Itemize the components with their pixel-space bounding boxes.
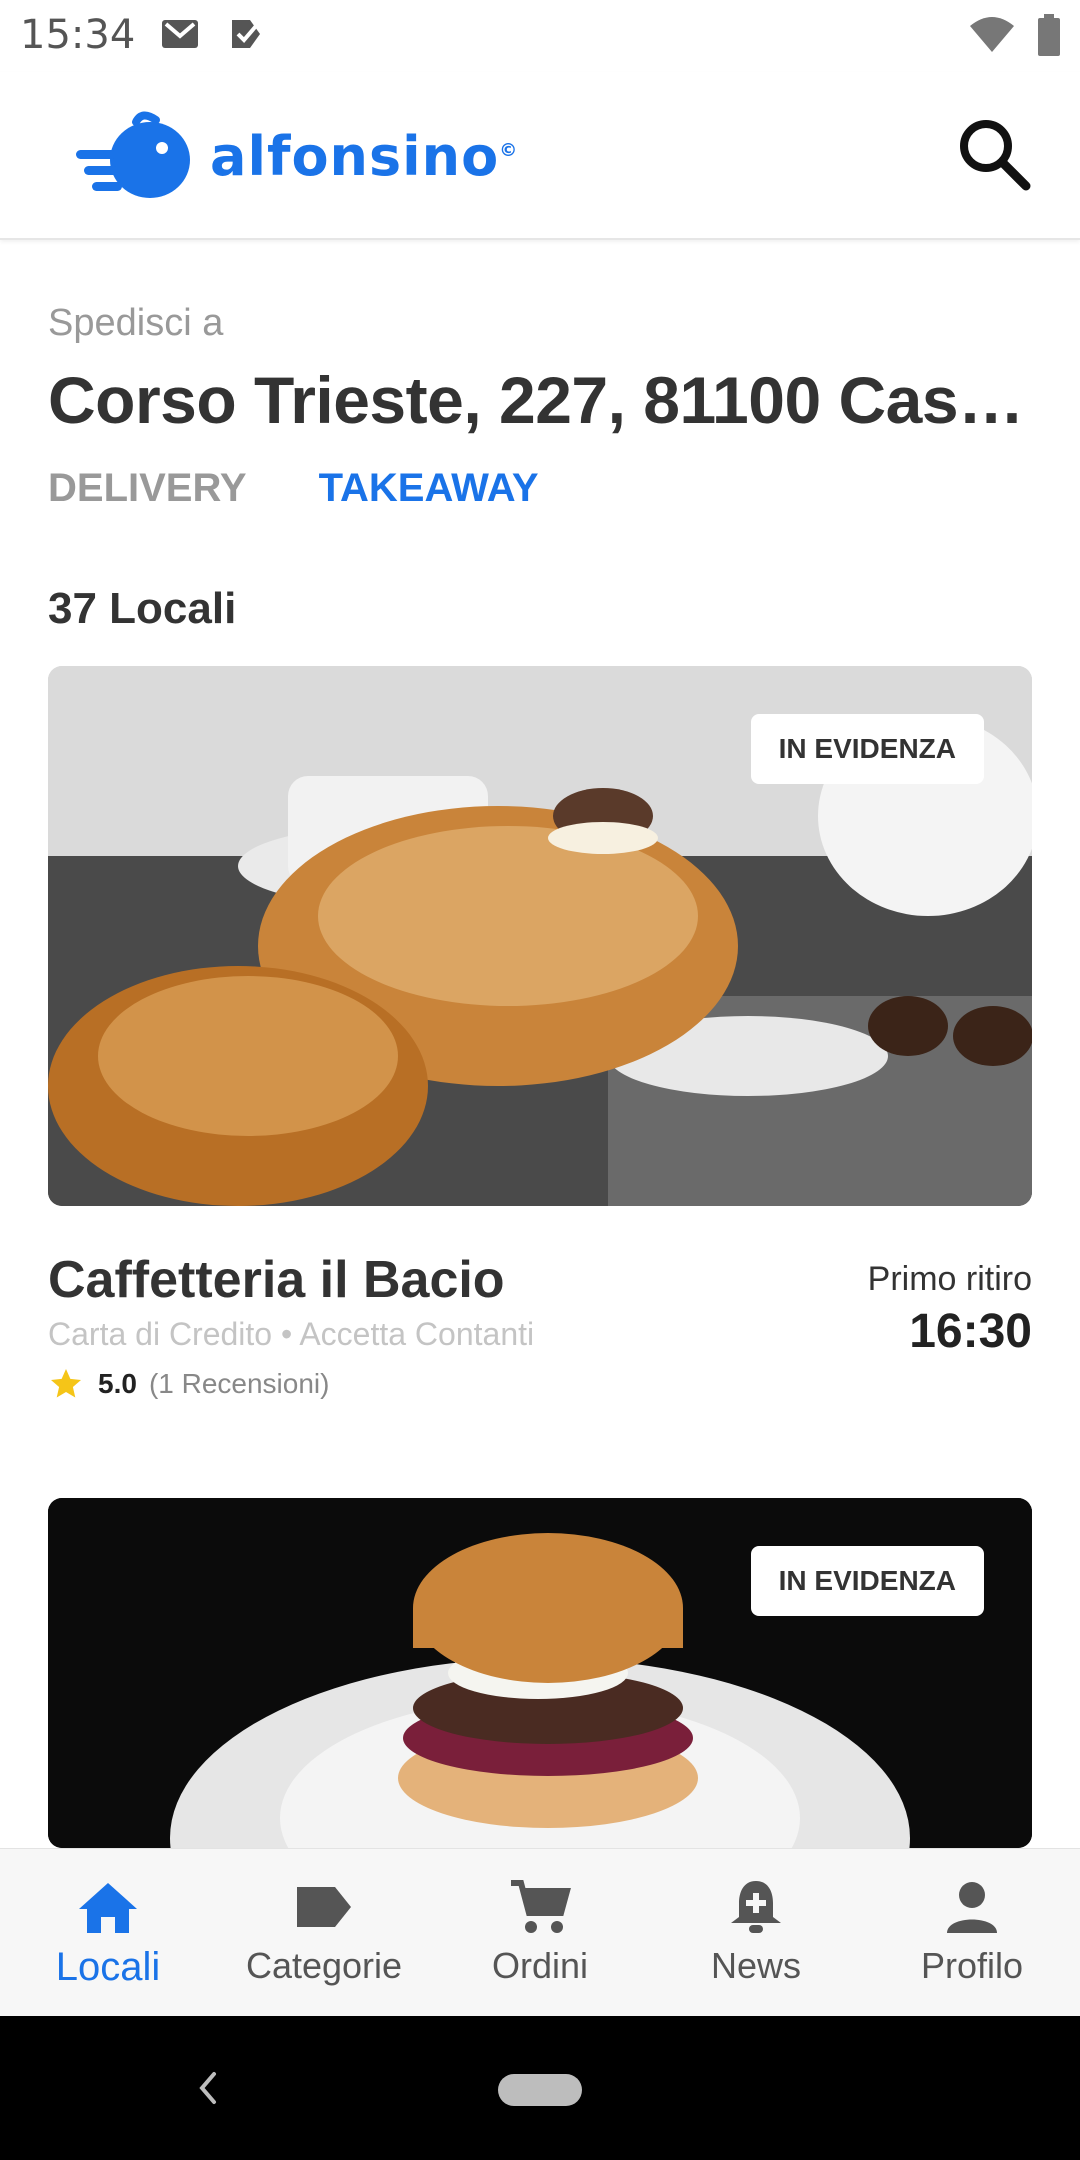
app-bar: alfonsino© xyxy=(0,72,1080,240)
status-bar: 15:34 xyxy=(0,0,1080,72)
rating-value: 5.0 xyxy=(98,1368,137,1399)
home-icon xyxy=(79,1883,137,1933)
pickup-time: 16:30 xyxy=(909,1305,1032,1358)
home-pill-button[interactable] xyxy=(498,2074,582,2106)
logo-wordmark: alfonsino xyxy=(210,125,500,188)
nav-item-categorie[interactable]: Categorie xyxy=(216,1849,432,2016)
venue-card-image[interactable]: IN EVIDENZA xyxy=(48,666,1032,1206)
mode-tabs: DELIVERY TAKEAWAY xyxy=(48,466,539,511)
tab-delivery[interactable]: DELIVERY xyxy=(48,466,247,511)
rating-reviews: (1 Recensioni) xyxy=(148,1368,330,1399)
venues-count: 37 Locali xyxy=(48,584,237,633)
tab-takeaway[interactable]: TAKEAWAY xyxy=(319,466,539,511)
nav-label: News xyxy=(710,1945,802,1986)
ship-to-label: Spedisci a xyxy=(48,302,224,344)
task-icon xyxy=(228,16,264,57)
person-icon xyxy=(947,1882,997,1933)
featured-badge: IN EVIDENZA xyxy=(750,714,984,784)
battery-icon xyxy=(1036,14,1062,63)
tag-icon xyxy=(297,1887,351,1927)
cart-icon xyxy=(511,1880,571,1933)
venue-card-image[interactable]: IN EVIDENZA xyxy=(48,1498,1032,1848)
delivery-address[interactable]: Corso Trieste, 227, 81100 Caserta xyxy=(48,362,1038,438)
venue-name[interactable]: Caffetteria il Bacio xyxy=(48,1250,505,1310)
alfonsino-logo[interactable]: alfonsino© xyxy=(76,108,518,205)
wifi-icon xyxy=(968,14,1016,59)
nav-item-profilo[interactable]: Profilo xyxy=(864,1849,1080,2016)
nav-label: Ordini xyxy=(491,1945,589,1986)
venue-rating: 5.0 (1 Recensioni) xyxy=(48,1366,329,1402)
status-time: 15:34 xyxy=(20,12,136,58)
logo-registered-mark: © xyxy=(499,140,519,161)
search-icon xyxy=(960,120,1031,191)
bell-plus-icon xyxy=(731,1881,781,1933)
nav-label: Categorie xyxy=(245,1945,403,1986)
venue-payment-methods: Carta di Credito • Accetta Contanti xyxy=(48,1316,535,1352)
search-button[interactable] xyxy=(952,112,1036,196)
pickup-label: Primo ritiro xyxy=(867,1260,1032,1298)
system-navigation-bar xyxy=(0,2016,1080,2160)
logo-text: alfonsino© xyxy=(210,125,518,188)
nav-item-news[interactable]: News xyxy=(648,1849,864,2016)
featured-badge: IN EVIDENZA xyxy=(750,1546,984,1616)
nav-item-locali[interactable]: Locali xyxy=(0,1849,216,2016)
bottom-navigation: Locali Categorie Ordini News Profilo xyxy=(0,1848,1080,2016)
back-icon[interactable] xyxy=(196,2068,220,2113)
star-icon xyxy=(51,1369,81,1398)
nav-item-ordini[interactable]: Ordini xyxy=(432,1849,648,2016)
nav-label: Profilo xyxy=(920,1945,1024,1986)
gmail-icon xyxy=(160,16,200,57)
mascot-logo-icon xyxy=(76,108,194,205)
nav-label: Locali xyxy=(55,1945,161,1989)
